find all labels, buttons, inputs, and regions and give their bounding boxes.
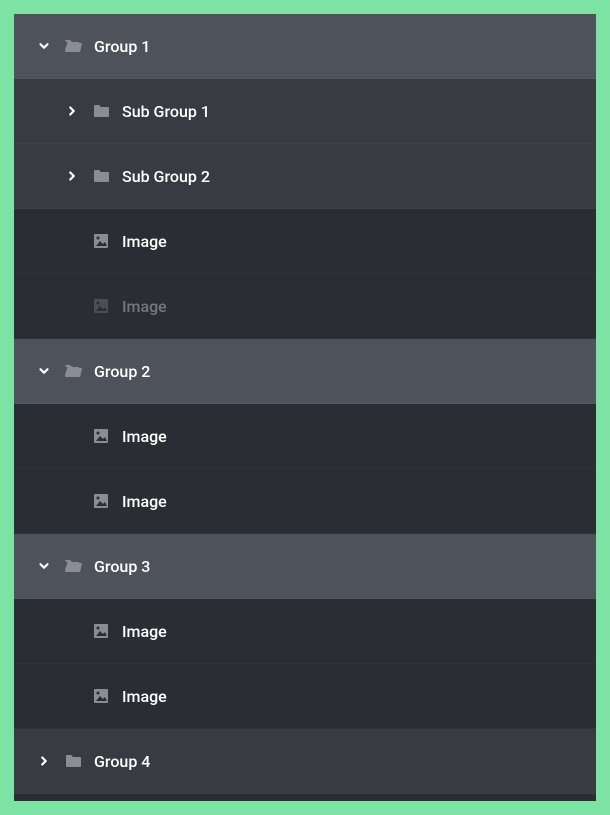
- image-icon: [92, 297, 110, 315]
- tree-image-item[interactable]: Image: [14, 469, 596, 534]
- folder-open-icon: [64, 557, 82, 575]
- image-icon: [92, 232, 110, 250]
- image-icon: [92, 622, 110, 640]
- image-label: Image: [122, 297, 167, 316]
- tree-group-3[interactable]: Group 3: [14, 534, 596, 599]
- tree-subgroup-2[interactable]: Sub Group 2: [14, 144, 596, 209]
- image-icon: [92, 427, 110, 445]
- tree-group-1[interactable]: Group 1: [14, 14, 596, 79]
- image-label: Image: [122, 622, 167, 641]
- tree-image-item[interactable]: Image: [14, 209, 596, 274]
- image-icon: [92, 687, 110, 705]
- chevron-right-icon: [64, 103, 80, 119]
- folder-icon: [92, 102, 110, 120]
- tree-image-item[interactable]: Image: [14, 599, 596, 664]
- group-label: Group 3: [94, 557, 150, 576]
- group-label: Group 2: [94, 362, 150, 381]
- image-label: Image: [122, 427, 167, 446]
- folder-open-icon: [64, 362, 82, 380]
- chevron-right-icon: [36, 753, 52, 769]
- folder-open-icon: [64, 37, 82, 55]
- tree-image-item[interactable]: Image: [14, 664, 596, 729]
- image-label: Image: [122, 687, 167, 706]
- chevron-down-icon: [36, 558, 52, 574]
- tree-subgroup-1[interactable]: Sub Group 1: [14, 79, 596, 144]
- folder-icon: [64, 752, 82, 770]
- tree-panel: Group 1 Sub Group 1 Sub Group 2 Image Im…: [14, 14, 596, 801]
- subgroup-label: Sub Group 1: [122, 102, 210, 121]
- chevron-right-icon: [64, 168, 80, 184]
- chevron-down-icon: [36, 363, 52, 379]
- subgroup-label: Sub Group 2: [122, 167, 210, 186]
- folder-icon: [92, 167, 110, 185]
- tree-image-item[interactable]: Image: [14, 404, 596, 469]
- image-label: Image: [122, 232, 167, 251]
- group-label: Group 1: [94, 37, 150, 56]
- image-icon: [92, 492, 110, 510]
- image-label: Image: [122, 492, 167, 511]
- tree-group-2[interactable]: Group 2: [14, 339, 596, 404]
- chevron-down-icon: [36, 38, 52, 54]
- group-label: Group 4: [94, 752, 150, 771]
- tree-image-item-disabled[interactable]: Image: [14, 274, 596, 339]
- tree-group-4[interactable]: Group 4: [14, 729, 596, 794]
